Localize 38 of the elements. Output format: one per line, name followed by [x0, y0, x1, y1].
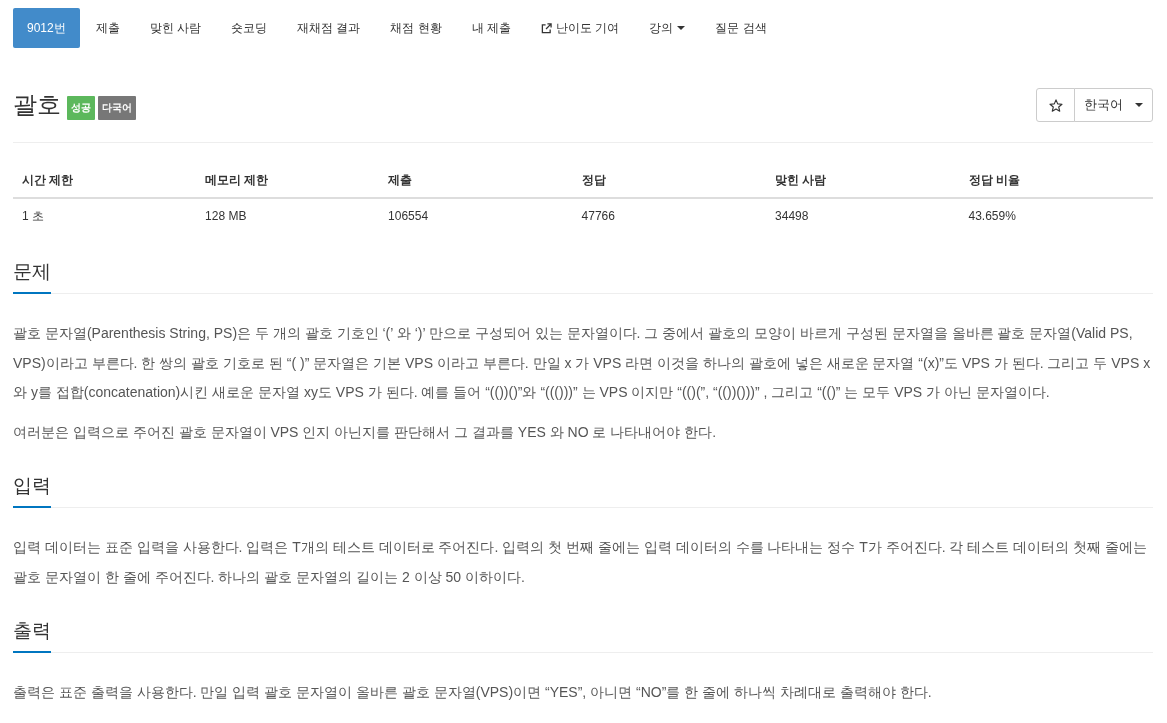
table-cell: 1 초 [13, 198, 197, 233]
language-dropdown[interactable]: 한국어 [1074, 88, 1153, 122]
nav-tab[interactable]: 숏코딩 [217, 8, 282, 48]
section-heading: 출력 [13, 617, 51, 653]
star-icon [1048, 98, 1063, 112]
column-header: 맞힌 사람 [766, 163, 960, 198]
table-cell: 34498 [766, 198, 960, 233]
nav-tab[interactable]: 맞힌 사람 [135, 8, 216, 48]
nav-tab[interactable]: 제출 [81, 8, 134, 48]
nav-tab[interactable]: 내 제출 [457, 8, 526, 48]
table-cell: 128 MB [196, 198, 380, 233]
column-header: 시간 제한 [13, 163, 197, 198]
problem-title: 괄호 [13, 90, 61, 120]
external-link-icon [541, 22, 553, 34]
section-heading: 입력 [13, 472, 51, 508]
paragraph: 출력은 표준 출력을 사용한다. 만일 입력 괄호 문자열이 올바른 괄호 문자열(VPS)이면 “YES”, 아니면 “NO”를 한 줄에 하나씩 차례대로 출력해야 한다. [13, 683, 933, 702]
column-header: 정답 [572, 163, 767, 198]
table-cell: 106554 [379, 198, 573, 233]
nav-tab[interactable]: 강의 [635, 8, 700, 48]
nav-tab[interactable]: 질문 검색 [701, 8, 781, 48]
section-heading: 문제 [13, 258, 51, 294]
table-cell: 47766 [572, 198, 767, 233]
table-cell: 43.659% [959, 198, 1153, 233]
nav-tab[interactable]: 재채점 결과 [283, 8, 375, 48]
status-badge: 다국어 [98, 96, 136, 120]
nav-tab[interactable]: 9012번 [13, 8, 80, 48]
star-button[interactable] [1036, 88, 1075, 122]
paragraph: 괄호 문자열(Parenthesis String, PS)은 두 개의 괄호 기호인 ‘(’ 와 ‘)’ 만으로 구성되어 있는 문자열이다. 그 중에서 괄호의 모양이 바르게 구성된 문자열을 올바른 괄호 문자열(Valid PS, VPS)이라고 부른다. 한 쌍의 괄호 기호로 된 “( )” 문자열은 기본 VPS 이라고 부른다. 만일 x 가 VPS 라면 이것을 하나의 괄호에 넣은 새로운 문자열 “(x)”도 VPS 가 된다. 그리고 두 VPS x 와 y를 접합(concatenation)시킨 새로운 문자열 xy도 VPS 가 된다. 예를 들어 “(())()”와 “((()))” 는 VPS 이지만 “(()(”, “(())()))” , 그리고 “(()” 는 모두 VPS 가 아닌 문자열이다. [13, 324, 1152, 402]
caret-icon [677, 26, 686, 30]
caret-icon [1135, 103, 1143, 107]
status-badge: 성공 [67, 96, 95, 120]
column-header: 제출 [379, 163, 573, 198]
column-header: 메모리 제한 [196, 163, 380, 198]
paragraph: 입력 데이터는 표준 입력을 사용한다. 입력은 T개의 테스트 데이터로 주어진다. 입력의 첫 번째 줄에는 입력 데이터의 수를 나타내는 정수 T가 주어진다. 각 테스트 데이터의 첫째 줄에는 괄호 문자열이 한 줄에 주어진다. 하나의 괄호 문자열의 길이는 2 이상 50 이하이다. [13, 538, 1148, 587]
nav-tab[interactable]: 난이도 기여 [527, 8, 634, 48]
paragraph: 여러분은 입력으로 주어진 괄호 문자열이 VPS 인지 아닌지를 판단해서 그 결과를 YES 와 NO 로 나타내어야 한다. [13, 422, 718, 442]
column-header: 정답 비율 [959, 163, 1153, 198]
nav-tab[interactable]: 채점 현황 [376, 8, 456, 48]
